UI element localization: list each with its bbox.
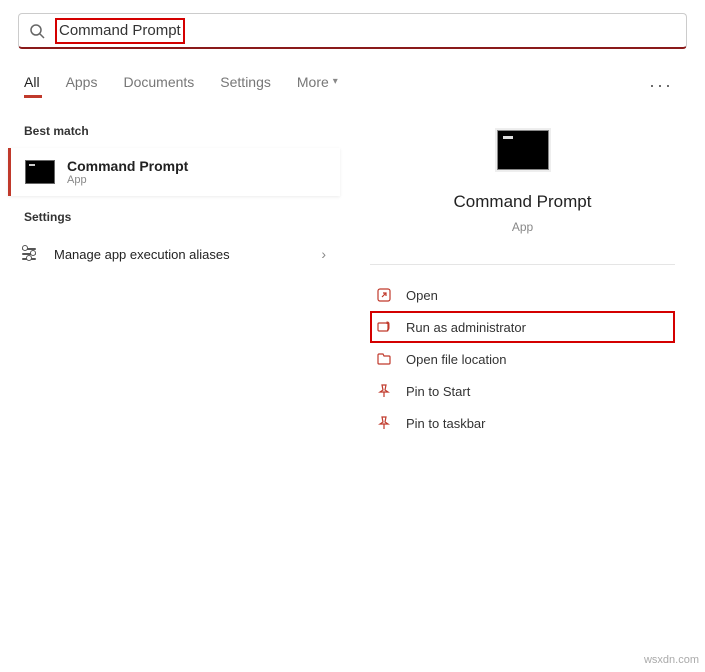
action-pin-taskbar-label: Pin to taskbar <box>406 416 486 431</box>
settings-result-title: Manage app execution aliases <box>54 247 230 262</box>
action-run-as-administrator[interactable]: Run as administrator <box>370 311 675 343</box>
shield-icon <box>376 319 392 335</box>
search-icon <box>29 23 45 39</box>
tab-more-label: More <box>297 74 329 90</box>
tab-all[interactable]: All <box>24 74 40 98</box>
results-panel: Best match Command Prompt App Settings M… <box>0 110 340 439</box>
search-bar[interactable]: Command Prompt <box>18 13 687 49</box>
chevron-down-icon: ▾ <box>333 76 338 87</box>
filter-tabs: All Apps Documents Settings More ▾ ··· <box>24 71 681 100</box>
pin-icon <box>376 415 392 431</box>
command-prompt-preview-icon <box>497 130 549 170</box>
tab-settings[interactable]: Settings <box>220 74 271 98</box>
action-run-admin-label: Run as administrator <box>406 320 526 335</box>
action-open-location-label: Open file location <box>406 352 506 367</box>
search-input-highlight: Command Prompt <box>55 18 185 44</box>
pin-icon <box>376 383 392 399</box>
action-pin-to-taskbar[interactable]: Pin to taskbar <box>370 407 675 439</box>
more-options-button[interactable]: ··· <box>641 71 681 100</box>
tab-more[interactable]: More ▾ <box>297 74 338 98</box>
best-match-label: Best match <box>24 124 340 138</box>
action-pin-start-label: Pin to Start <box>406 384 470 399</box>
action-open[interactable]: Open <box>370 279 675 311</box>
folder-icon <box>376 351 392 367</box>
open-icon <box>376 287 392 303</box>
preview-subtitle: App <box>512 220 533 234</box>
result-title: Command Prompt <box>67 158 188 174</box>
tab-documents[interactable]: Documents <box>123 74 194 98</box>
action-pin-to-start[interactable]: Pin to Start <box>370 375 675 407</box>
chevron-right-icon: › <box>321 246 326 262</box>
actions-list: Open Run as administrator Open file loca… <box>370 264 675 439</box>
result-command-prompt[interactable]: Command Prompt App <box>8 148 340 196</box>
command-prompt-icon <box>25 160 55 184</box>
preview-panel: Command Prompt App Open Run as administr… <box>340 110 705 439</box>
sliders-icon <box>22 244 42 264</box>
preview-title: Command Prompt <box>454 192 592 212</box>
action-open-file-location[interactable]: Open file location <box>370 343 675 375</box>
watermark: wsxdn.com <box>644 654 699 666</box>
action-open-label: Open <box>406 288 438 303</box>
search-input[interactable]: Command Prompt <box>59 22 181 39</box>
result-manage-app-execution-aliases[interactable]: Manage app execution aliases › <box>8 234 340 274</box>
result-subtitle: App <box>67 174 188 186</box>
tab-apps[interactable]: Apps <box>66 74 98 98</box>
settings-section-label: Settings <box>24 210 340 224</box>
